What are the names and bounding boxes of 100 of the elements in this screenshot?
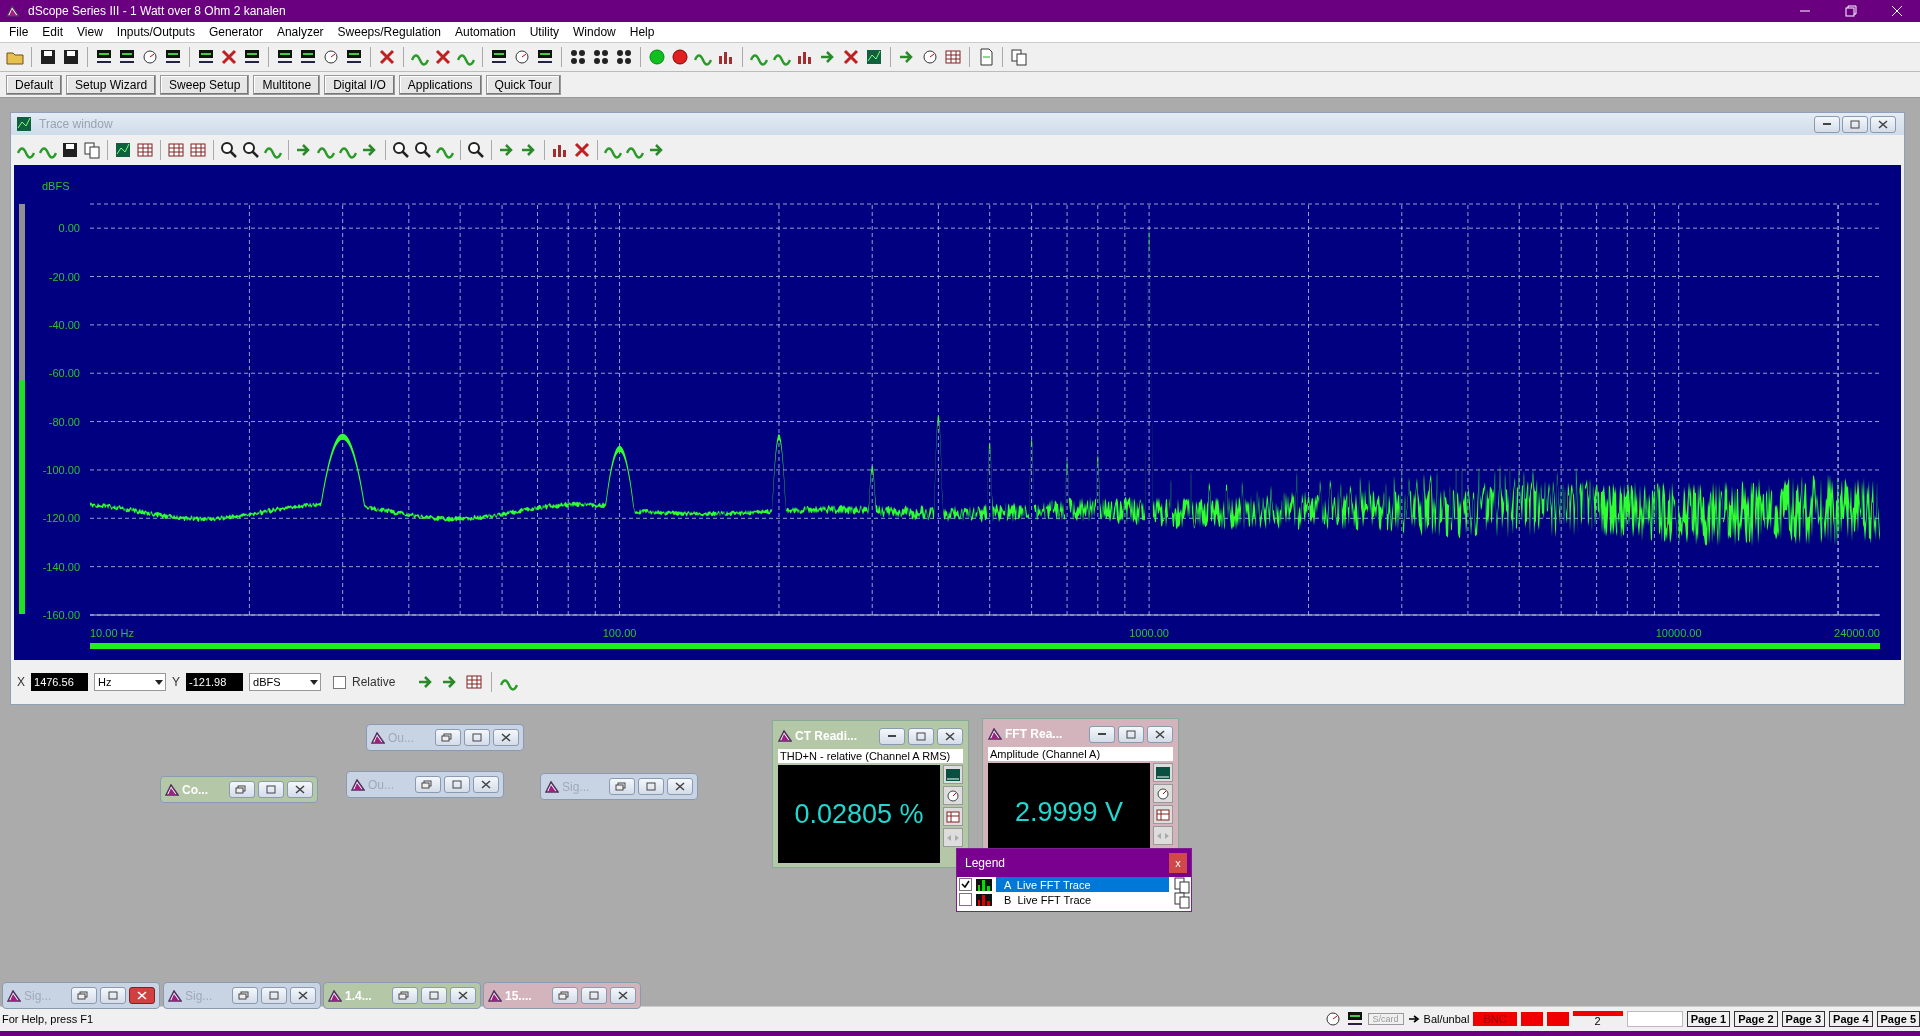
meter-icon[interactable] [1345,1010,1364,1028]
menu-item[interactable]: Sweeps/Regulation [330,25,448,39]
document-icon[interactable] [977,48,995,66]
close-button[interactable] [129,987,155,1004]
save-icon[interactable] [39,48,57,66]
meter-icon[interactable] [164,48,182,66]
close-button[interactable] [1147,725,1173,743]
stop-icon[interactable] [671,48,689,66]
gauge-icon[interactable] [921,48,939,66]
menu-item[interactable]: Analyzer [269,25,331,39]
toolbar-button[interactable]: Setup Wizard [66,74,157,95]
zoom-icon[interactable] [242,141,260,159]
page-button[interactable]: Page 5 [1876,1011,1920,1027]
restore-button[interactable] [435,729,461,746]
menu-item[interactable]: Automation [448,25,523,39]
close-button[interactable] [290,987,316,1004]
toolbar-button[interactable]: Applications [398,74,482,95]
restore-button[interactable] [415,776,441,793]
gauge-icon[interactable] [322,48,340,66]
screen-icon[interactable] [114,141,132,159]
minimize-button[interactable] [1089,725,1115,743]
channel-icon[interactable] [615,48,633,66]
table-icon[interactable] [189,141,207,159]
restore-button[interactable] [609,778,635,795]
unit-dropdown[interactable]: dBFS [249,673,322,691]
start-icon[interactable] [648,48,666,66]
format-button[interactable] [1153,763,1173,782]
zoom-icon[interactable] [414,141,432,159]
screen-icon[interactable] [15,115,33,133]
meter-icon[interactable] [276,48,294,66]
legend-item[interactable]: A Live FFT Trace [996,877,1169,892]
channel-icon[interactable] [592,48,610,66]
meter-icon[interactable] [536,48,554,66]
gauge-icon[interactable] [513,48,531,66]
close-button[interactable] [473,776,499,793]
menu-item[interactable]: File [2,25,36,39]
page-button[interactable]: Page 2 [1734,1011,1778,1027]
menu-item[interactable]: Generator [201,25,270,39]
relative-checkbox[interactable] [333,675,347,689]
toolbar-button[interactable]: Multitone [253,74,321,95]
save-icon[interactable] [62,48,80,66]
channel-icon[interactable] [569,48,587,66]
toolbar-button[interactable]: Quick Tour [485,74,561,95]
page-button[interactable]: Page 4 [1829,1011,1873,1027]
gauge-button[interactable] [943,786,963,805]
menu-item[interactable]: Inputs/Outputs [109,25,202,39]
minimize-button[interactable] [1814,115,1840,133]
zoom-icon[interactable] [467,141,485,159]
restore-button[interactable] [71,987,97,1004]
table-icon[interactable] [944,48,962,66]
legend-item[interactable]: B Live FFT Trace [996,892,1169,907]
menu-item[interactable]: Edit [35,25,71,39]
meter-icon[interactable] [299,48,317,66]
cross-icon[interactable] [378,48,396,66]
copy-icon[interactable] [1173,875,1191,894]
toolbar-button[interactable]: Sweep Setup [160,74,250,95]
close-button[interactable] [450,987,476,1004]
table-icon[interactable] [136,141,154,159]
meter-icon[interactable] [95,48,113,66]
toolbar-button[interactable]: Default [6,74,63,95]
menu-item[interactable]: Window [566,25,623,39]
cross-icon[interactable] [434,48,452,66]
restore-button[interactable] [232,987,258,1004]
close-button[interactable] [610,987,636,1004]
zoom-icon[interactable] [392,141,410,159]
close-button[interactable] [287,781,313,798]
legend-checkbox[interactable] [959,878,972,891]
meter-icon[interactable] [490,48,508,66]
cross-icon[interactable] [573,141,591,159]
restore-button[interactable] [229,781,255,798]
restore-button[interactable] [392,987,418,1004]
table-icon[interactable] [465,673,484,691]
close-button[interactable] [1870,115,1896,133]
meter-icon[interactable] [118,48,136,66]
close-button[interactable] [937,727,963,745]
copy-icon[interactable] [1010,48,1028,66]
copy-icon[interactable] [1173,890,1191,909]
gauge-icon[interactable] [1323,1010,1342,1028]
legend-checkbox[interactable] [959,893,972,906]
page-button[interactable]: Page 3 [1781,1011,1826,1027]
copy-icon[interactable] [83,141,101,159]
minimize-button[interactable] [879,727,905,745]
table-icon[interactable] [167,141,185,159]
cross-icon[interactable] [220,48,238,66]
toolbar-button[interactable]: Digital I/O [324,74,395,95]
format-button[interactable] [943,765,963,784]
meter-icon[interactable] [197,48,215,66]
zoom-icon[interactable] [220,141,238,159]
table-button[interactable] [1153,805,1173,824]
y-value-field[interactable]: -121.98 [186,673,244,691]
gauge-icon[interactable] [141,48,159,66]
meter-icon[interactable] [345,48,363,66]
gauge-button[interactable] [1153,784,1173,803]
page-button[interactable]: Page 1 [1686,1011,1731,1027]
close-button[interactable] [493,729,519,746]
menu-item[interactable]: View [70,25,110,39]
unit-dropdown[interactable]: Hz [94,673,166,691]
close-button[interactable]: x [1169,853,1187,873]
table-button[interactable] [943,807,963,826]
menu-item[interactable]: Help [622,25,662,39]
